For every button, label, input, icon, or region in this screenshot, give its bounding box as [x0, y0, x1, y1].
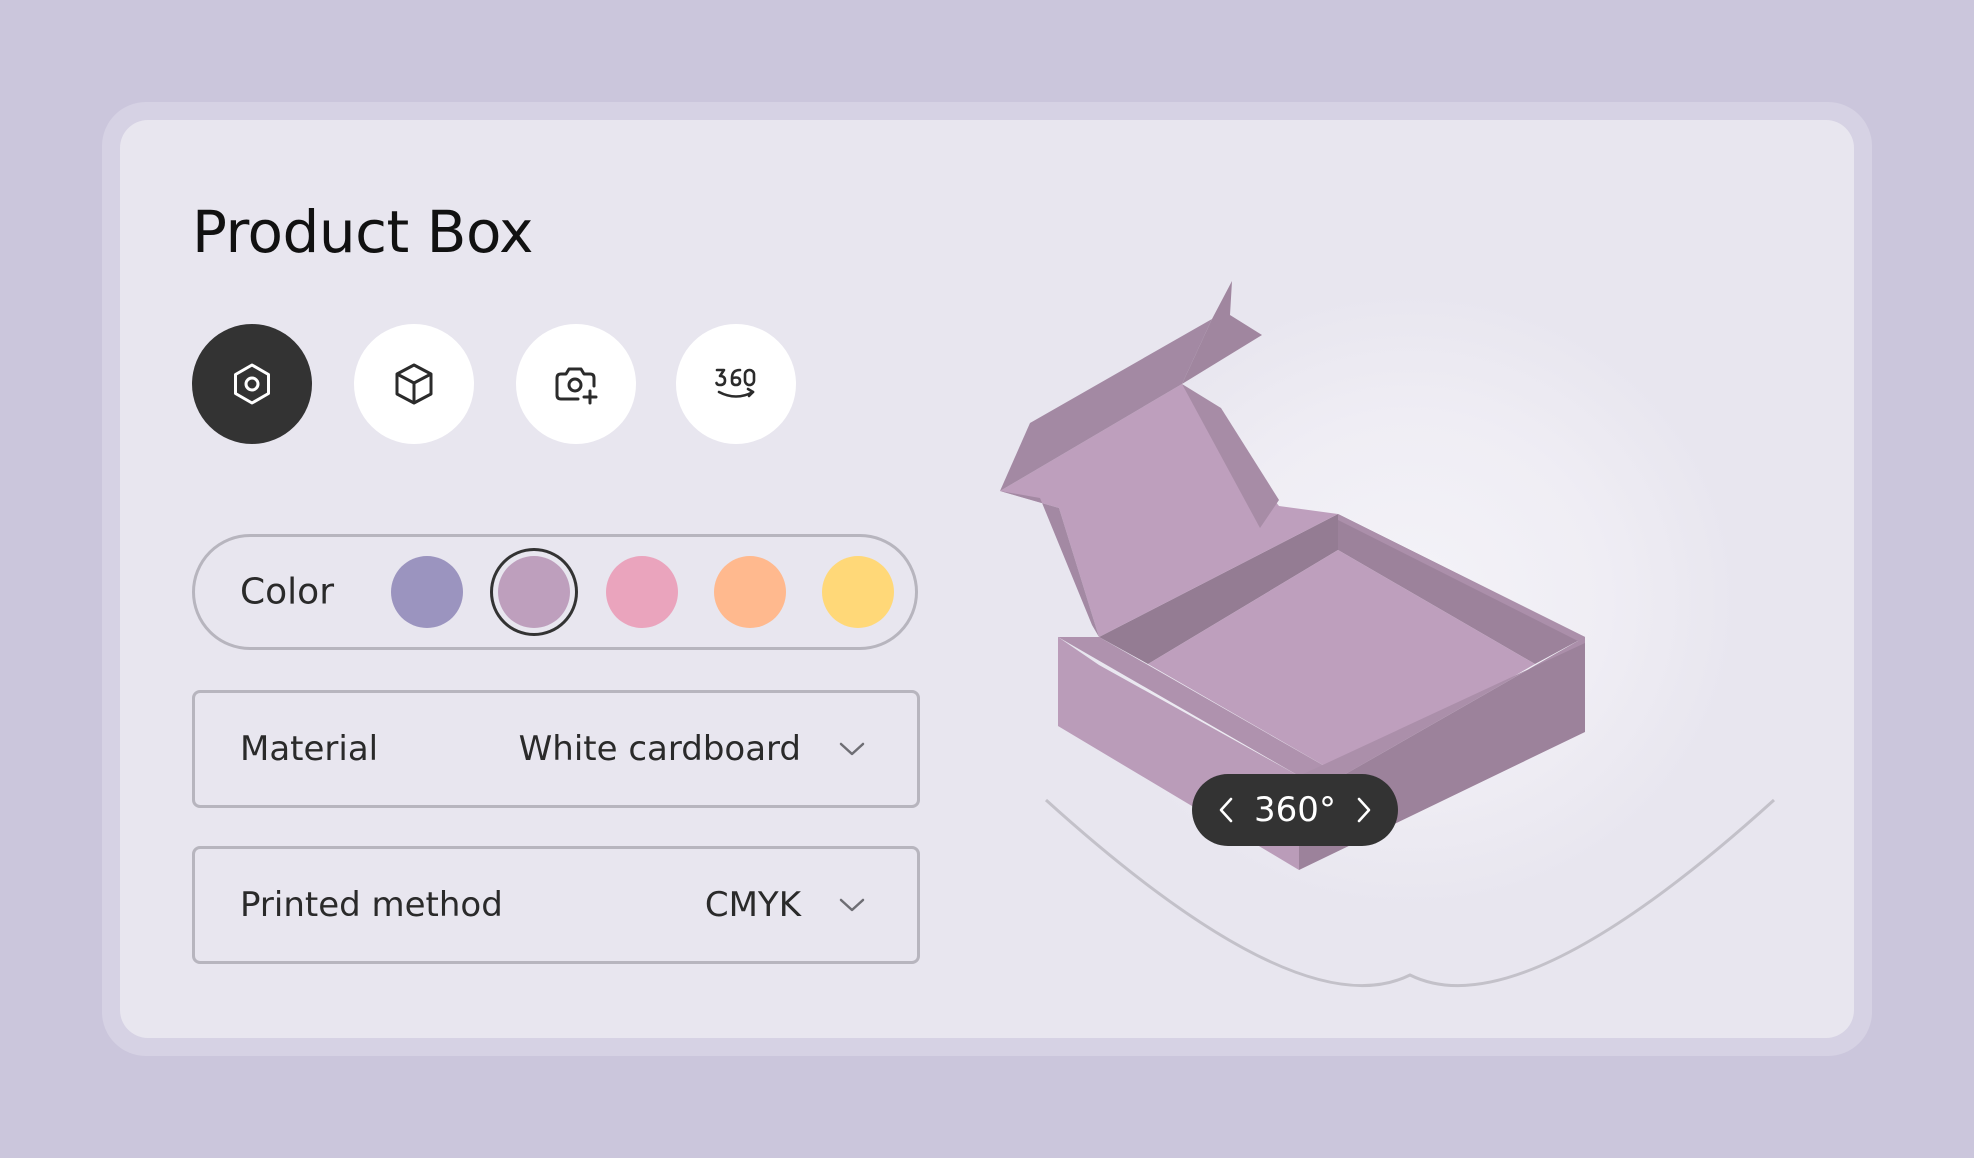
360-view-button[interactable] — [676, 324, 796, 444]
printed-method-label: Printed method — [240, 885, 503, 925]
ar-view-button[interactable] — [192, 324, 312, 444]
color-swatch-yellow[interactable] — [822, 556, 894, 628]
color-label: Color — [240, 571, 334, 613]
cube-icon — [395, 363, 433, 405]
camera-add-icon — [555, 367, 598, 405]
rotate-right-button[interactable] — [1338, 774, 1390, 846]
chevron-down-icon — [839, 742, 865, 756]
printed-method-select[interactable]: Printed method CMYK — [192, 846, 920, 964]
material-select[interactable]: Material White cardboard — [192, 690, 920, 808]
printed-method-value: CMYK — [704, 885, 801, 925]
rotation-control: 360° — [1192, 774, 1398, 846]
view-mode-toolbar — [192, 324, 922, 444]
product-configurator-card: Product Box Color Material White cardboa… — [120, 120, 1854, 1038]
360-view-icon — [715, 368, 756, 398]
color-swatch-peach[interactable] — [714, 556, 786, 628]
chevron-right-icon — [1357, 797, 1371, 823]
color-swatch-lavender[interactable] — [391, 556, 463, 628]
material-label: Material — [240, 729, 379, 769]
color-picker: Color — [192, 534, 918, 650]
color-swatch-pink[interactable] — [606, 556, 678, 628]
color-swatch-mauve-selected[interactable] — [498, 556, 570, 628]
chevron-down-icon — [839, 898, 865, 912]
hexagon-dot-icon — [234, 363, 270, 405]
3d-view-button[interactable] — [354, 324, 474, 444]
product-box-model — [1000, 281, 1585, 870]
camera-add-button[interactable] — [516, 324, 636, 444]
product-3d-viewer[interactable] — [1000, 180, 1820, 1010]
page-title: Product Box — [192, 198, 533, 266]
material-value: White cardboard — [518, 729, 801, 769]
